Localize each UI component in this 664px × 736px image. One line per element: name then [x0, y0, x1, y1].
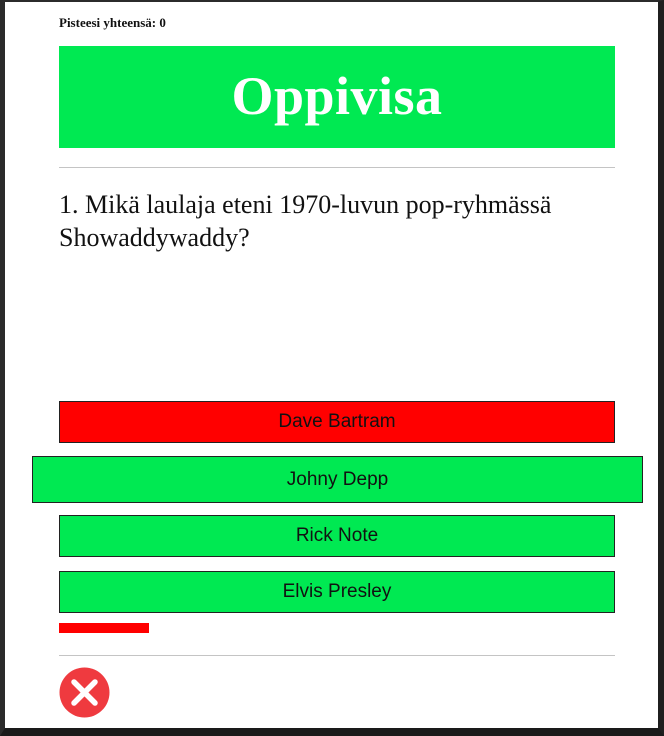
answer-button-2[interactable]: Johny Depp: [32, 456, 643, 503]
bottom-divider: [59, 655, 615, 656]
score-label: Pisteesi yhteensä: 0: [59, 15, 166, 30]
answer-label-4: Elvis Presley: [282, 581, 392, 602]
answer-button-3[interactable]: Rick Note: [59, 515, 615, 557]
quiz-window: Pisteesi yhteensä: 0 Oppivisa 1. Mikä la…: [0, 0, 664, 736]
answer-label-2: Johny Depp: [286, 468, 389, 490]
close-icon: [59, 667, 110, 718]
timer-progress-bar: [59, 623, 149, 633]
title-banner: Oppivisa: [59, 46, 615, 148]
answer-label-3: Rick Note: [295, 525, 379, 546]
answer-button-4[interactable]: Elvis Presley: [59, 571, 615, 613]
question-text: 1. Mikä laulaja eteni 1970-luvun pop-ryh…: [59, 190, 552, 252]
answer-button-1[interactable]: Dave Bartram: [59, 401, 615, 443]
top-divider: [59, 167, 615, 168]
close-button[interactable]: [59, 667, 110, 718]
page-title: Oppivisa: [231, 66, 443, 126]
answer-label-1: Dave Bartram: [278, 411, 396, 432]
